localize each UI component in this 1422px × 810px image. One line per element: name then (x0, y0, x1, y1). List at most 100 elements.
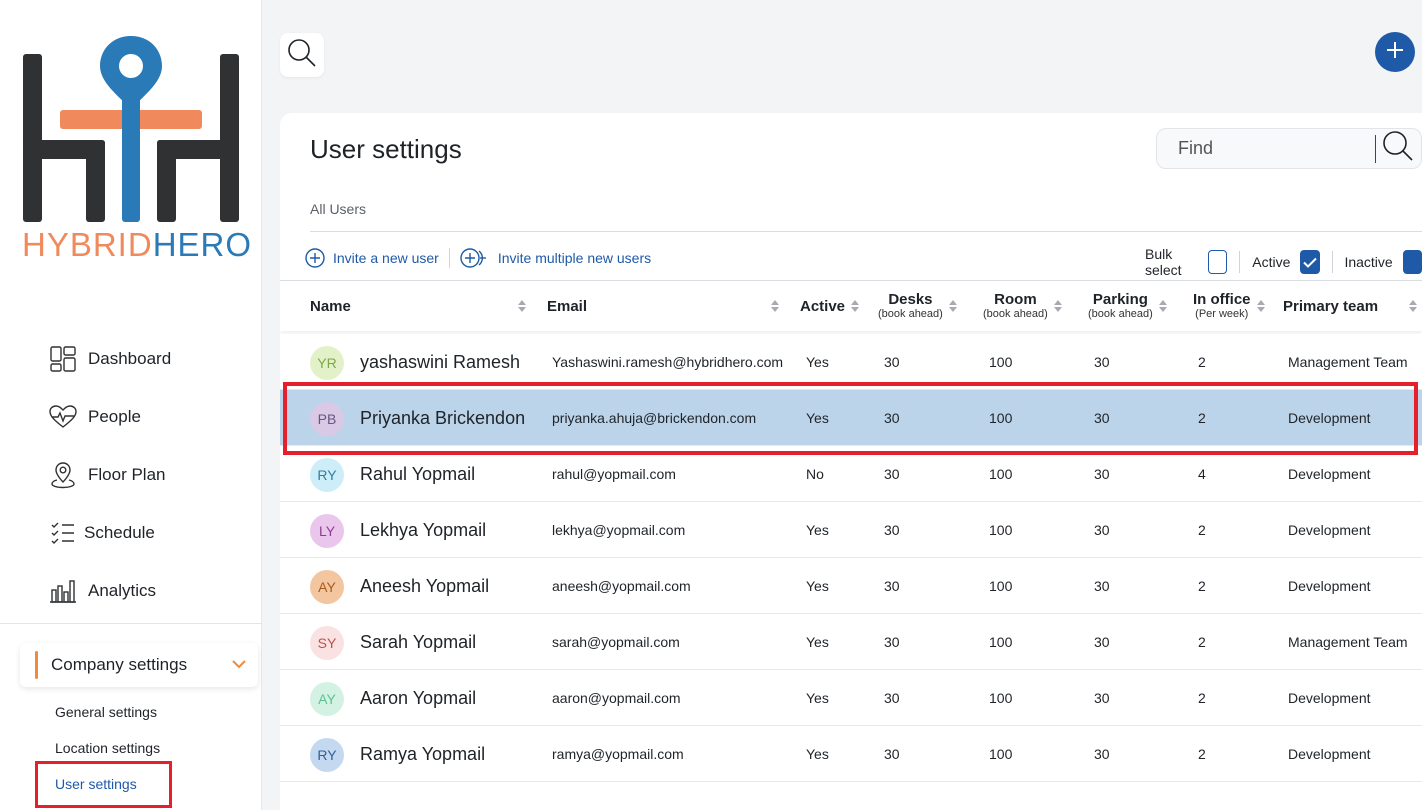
table-row[interactable]: AY Aneesh Yopmail aneesh@yopmail.com Yes… (280, 558, 1422, 614)
active-filter-checkbox[interactable] (1300, 250, 1320, 274)
user-name: Priyanka Brickendon (360, 408, 526, 428)
user-email: priyanka.ahuja@brickendon.com (552, 410, 757, 426)
column-header-name[interactable]: Name (310, 281, 526, 331)
subnav-general-settings[interactable]: General settings (55, 700, 160, 736)
sidebar-item-people[interactable]: People (48, 388, 171, 446)
add-button[interactable] (1375, 32, 1415, 72)
table-row[interactable]: RY Rahul Yopmail rahul@yopmail.com No 30… (280, 446, 1422, 502)
bulk-select-checkbox[interactable] (1208, 250, 1228, 274)
user-name: Aaron Yopmail (360, 688, 477, 708)
sort-icon[interactable] (948, 300, 957, 312)
page-title: User settings (310, 134, 462, 164)
user-actions: Invite a new user Invite multiple new us… (305, 248, 651, 268)
table-header: Name Email Active Desks (book ahead) Room… (280, 281, 1422, 331)
user-room: 100 (989, 354, 1013, 370)
user-primary-team: Development (1288, 522, 1371, 538)
sort-icon[interactable] (1053, 300, 1062, 312)
avatar-initials: AY (318, 579, 336, 595)
table-row[interactable]: SY Sarah Yopmail sarah@yopmail.com Yes 3… (280, 614, 1422, 670)
user-parking: 30 (1094, 354, 1110, 370)
invite-multiple-users-label: Invite multiple new users (497, 250, 652, 266)
find-divider (1375, 134, 1376, 163)
column-header-label: Parking (1092, 291, 1148, 308)
plus-multiple-icon (460, 248, 486, 268)
user-parking: 30 (1094, 690, 1110, 706)
invite-multiple-users-button[interactable]: Invite multiple new users (460, 248, 651, 268)
table-row[interactable]: LY Lekhya Yopmail lekhya@yopmail.com Yes… (280, 502, 1422, 558)
sidebar-item-schedule[interactable]: Schedule (48, 504, 171, 562)
column-header-label: Desks (888, 291, 933, 308)
avatar: RY (310, 458, 344, 492)
sidebar-item-label: Schedule (84, 523, 155, 542)
user-desks: 30 (884, 410, 900, 426)
chevron-down-icon (232, 656, 246, 674)
user-primary-team: Management Team (1288, 354, 1408, 370)
column-header-primary-team[interactable]: Primary team (1283, 281, 1417, 331)
user-in-office: 2 (1198, 746, 1206, 762)
breadcrumb: All Users (310, 201, 367, 217)
location-pin-icon (48, 460, 78, 490)
table-row[interactable]: YR yashaswini Ramesh Yashaswini.ramesh@h… (280, 334, 1422, 390)
sidebar-item-label: Dashboard (88, 349, 172, 368)
avatar: AY (310, 682, 344, 716)
sort-icon[interactable] (1409, 300, 1417, 312)
column-header-desks[interactable]: Desks (book ahead) (878, 281, 957, 331)
table-row[interactable]: PB Priyanka Brickendon priyanka.ahuja@br… (280, 390, 1422, 446)
user-room: 100 (989, 746, 1013, 762)
global-search-button[interactable] (280, 33, 324, 77)
column-header-parking[interactable]: Parking (book ahead) (1088, 281, 1167, 331)
user-active: No (806, 466, 824, 482)
user-desks: 30 (884, 746, 900, 762)
people-heart-icon (48, 402, 78, 432)
column-header-in-office[interactable]: In office (Per week) (1193, 281, 1265, 331)
column-header-sublabel: (book ahead) (983, 308, 1048, 320)
table-row[interactable]: AY Aaron Yopmail aaron@yopmail.com Yes 3… (280, 670, 1422, 726)
sidebar-item-floor-plan[interactable]: Floor Plan (48, 446, 171, 504)
sidebar-item-dashboard[interactable]: Dashboard (48, 330, 171, 388)
sort-icon[interactable] (518, 300, 526, 312)
table-row[interactable]: RY Ramya Yopmail ramya@yopmail.com Yes 3… (280, 726, 1422, 782)
checklist-icon (48, 518, 78, 548)
user-active: Yes (806, 522, 829, 538)
user-settings-panel: User settings All Users Invite a new use… (280, 113, 1422, 810)
user-parking: 30 (1094, 578, 1110, 594)
company-settings-toggle[interactable]: Company settings (20, 643, 258, 687)
sort-icon[interactable] (1158, 300, 1167, 312)
sort-icon[interactable] (771, 300, 779, 312)
user-primary-team: Development (1288, 690, 1371, 706)
checkmark-icon (1303, 257, 1317, 268)
sidebar-nav: Dashboard People Floor Plan Schedule Ana… (48, 330, 171, 620)
user-in-office: 2 (1198, 522, 1206, 538)
column-header-sublabel: (Per week) (1195, 308, 1249, 320)
search-icon[interactable] (1381, 129, 1415, 168)
user-active: Yes (806, 578, 829, 594)
user-room: 100 (989, 410, 1013, 426)
column-header-email[interactable]: Email (547, 281, 779, 331)
user-email: rahul@yopmail.com (552, 466, 676, 482)
bar-chart-icon (48, 576, 78, 606)
inactive-filter-checkbox[interactable] (1402, 250, 1422, 274)
user-desks: 30 (884, 522, 900, 538)
column-header-label: Primary team (1283, 297, 1379, 315)
column-header-active[interactable]: Active (800, 281, 860, 331)
column-header-sublabel: (book ahead) (878, 308, 943, 320)
sort-icon[interactable] (851, 300, 860, 312)
annotation-highlight-box (35, 761, 172, 808)
user-name: Sarah Yopmail (360, 632, 477, 652)
user-primary-team: Management Team (1288, 634, 1408, 650)
invite-new-user-button[interactable]: Invite a new user (305, 248, 439, 268)
column-header-room[interactable]: Room (book ahead) (983, 281, 1062, 331)
sort-icon[interactable] (1256, 300, 1265, 312)
column-header-sublabel: (book ahead) (1088, 308, 1153, 320)
avatar-initials: RY (317, 467, 337, 483)
user-primary-team: Development (1288, 746, 1371, 762)
user-primary-team: Development (1288, 410, 1371, 426)
find-input[interactable] (1157, 138, 1375, 159)
user-name: Lekhya Yopmail (360, 520, 487, 540)
user-parking: 30 (1094, 410, 1110, 426)
user-primary-team: Development (1288, 578, 1371, 594)
sidebar-item-analytics[interactable]: Analytics (48, 562, 171, 620)
user-in-office: 2 (1198, 634, 1206, 650)
user-name: yashaswini Ramesh (360, 352, 521, 372)
user-in-office: 2 (1198, 410, 1206, 426)
